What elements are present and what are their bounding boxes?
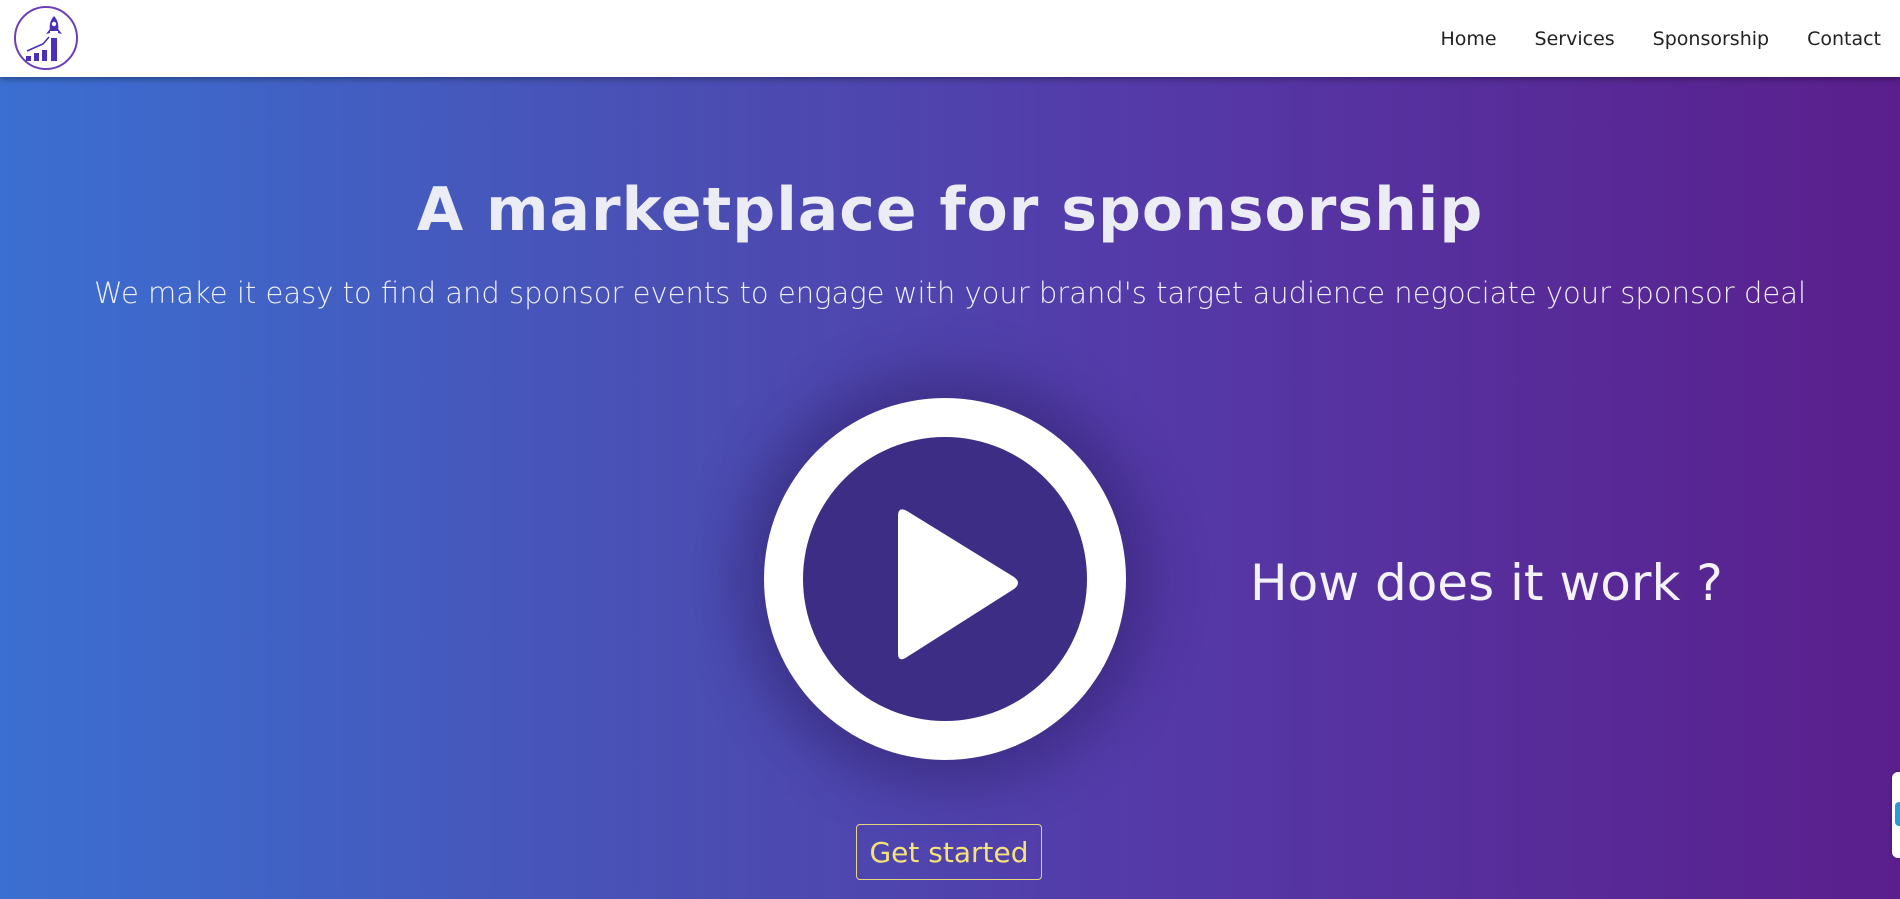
how-it-works-heading: How does it work ? <box>1250 554 1723 612</box>
nav-sponsorship-link[interactable]: Sponsorship <box>1653 28 1769 50</box>
side-feedback-tab[interactable] <box>1892 772 1900 858</box>
main-nav: Home Services Sponsorship Contact <box>1402 0 1881 77</box>
nav-services-link[interactable]: Services <box>1535 28 1615 50</box>
nav-contact-link[interactable]: Contact <box>1807 28 1881 50</box>
logo-icon[interactable] <box>12 4 80 72</box>
navbar: Home Services Sponsorship Contact <box>0 0 1900 77</box>
chat-icon <box>1895 802 1900 826</box>
get-started-button[interactable]: Get started <box>856 824 1042 880</box>
play-circle-icon <box>764 398 1126 760</box>
hero-section: A marketplace for sponsorship We make it… <box>0 77 1900 899</box>
nav-home-link[interactable]: Home <box>1440 28 1496 50</box>
play-video-button[interactable] <box>764 398 1126 760</box>
hero-subtitle: We make it easy to find and sponsor even… <box>93 276 1807 310</box>
hero-title: A marketplace for sponsorship <box>416 175 1484 246</box>
page: Home Services Sponsorship Contact A mark… <box>0 0 1900 899</box>
